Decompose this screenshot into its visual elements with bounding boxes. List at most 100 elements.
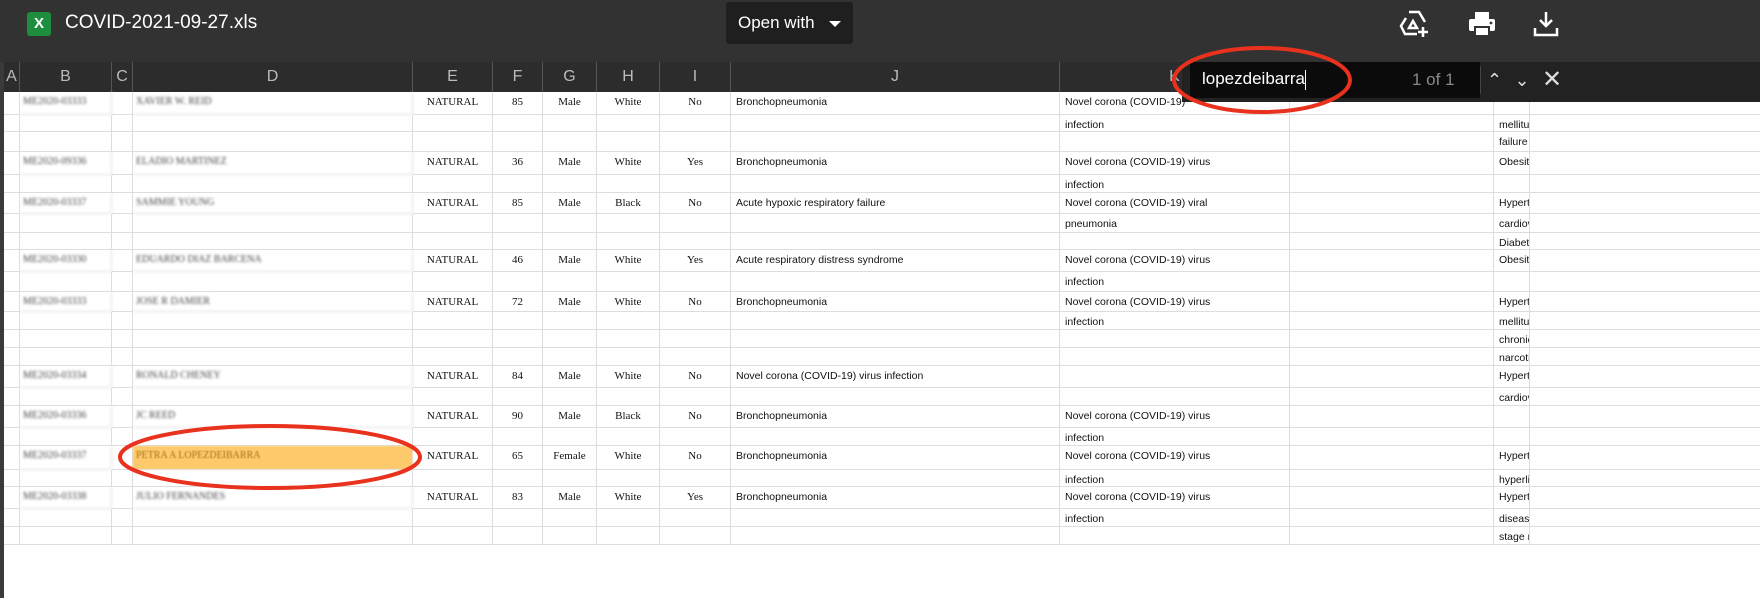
- column-header-i[interactable]: I: [660, 62, 731, 92]
- cell-e[interactable]: NATURAL: [413, 152, 493, 175]
- cell-l[interactable]: [1290, 428, 1494, 446]
- cell-h[interactable]: [597, 233, 660, 250]
- cell-k[interactable]: infection: [1060, 115, 1290, 132]
- column-header-d[interactable]: D: [133, 62, 413, 92]
- cell-l[interactable]: [1290, 312, 1494, 330]
- cell-k[interactable]: [1060, 388, 1290, 406]
- cell-k[interactable]: Novel corona (COVID-19) viral: [1060, 193, 1290, 214]
- cell-b[interactable]: [20, 470, 112, 487]
- cell-i[interactable]: [660, 509, 731, 527]
- cell-d[interactable]: JULIO FERNANDES: [133, 487, 413, 509]
- cell-h[interactable]: White: [597, 487, 660, 509]
- column-header-a[interactable]: A: [4, 62, 20, 92]
- cell-l[interactable]: [1290, 487, 1494, 509]
- cell-b[interactable]: [20, 175, 112, 193]
- cell-d[interactable]: [133, 272, 413, 292]
- cell-e[interactable]: [413, 214, 493, 233]
- cell-j[interactable]: [731, 233, 1060, 250]
- cell-m[interactable]: cardiovascular: [1494, 388, 1530, 406]
- find-previous-button[interactable]: ⌃: [1480, 66, 1508, 94]
- cell-m[interactable]: Hypertensive ar: [1494, 366, 1530, 388]
- cell-h[interactable]: [597, 115, 660, 132]
- cell-b[interactable]: ME2020-03338: [20, 487, 112, 509]
- cell-f[interactable]: 85: [493, 193, 543, 214]
- cell-k[interactable]: Novel corona (COVID-19) virus: [1060, 406, 1290, 428]
- cell-m[interactable]: [1494, 175, 1530, 193]
- cell-g[interactable]: [543, 132, 597, 152]
- cell-d[interactable]: JOSE R DAMIER: [133, 292, 413, 312]
- cell-c[interactable]: [112, 250, 133, 272]
- cell-b[interactable]: [20, 312, 112, 330]
- cell-g[interactable]: Male: [543, 250, 597, 272]
- cell-f[interactable]: 36: [493, 152, 543, 175]
- cell-m[interactable]: Hypertension, c: [1494, 487, 1530, 509]
- cell-f[interactable]: 85: [493, 92, 543, 115]
- cell-i[interactable]: [660, 428, 731, 446]
- add-to-drive-icon[interactable]: [1398, 8, 1430, 40]
- cell-a[interactable]: [4, 428, 20, 446]
- cell-e[interactable]: NATURAL: [413, 92, 493, 115]
- cell-e[interactable]: NATURAL: [413, 250, 493, 272]
- cell-j[interactable]: Novel corona (COVID-19) virus infection: [731, 366, 1060, 388]
- cell-l[interactable]: [1290, 509, 1494, 527]
- cell-d[interactable]: [133, 388, 413, 406]
- cell-h[interactable]: [597, 388, 660, 406]
- cell-l[interactable]: [1290, 152, 1494, 175]
- cell-g[interactable]: Male: [543, 292, 597, 312]
- cell-i[interactable]: Yes: [660, 250, 731, 272]
- cell-k[interactable]: pneumonia: [1060, 214, 1290, 233]
- cell-j[interactable]: [731, 214, 1060, 233]
- cell-k[interactable]: Novel corona (COVID-19) virus: [1060, 446, 1290, 470]
- cell-i[interactable]: [660, 214, 731, 233]
- cell-e[interactable]: NATURAL: [413, 406, 493, 428]
- cell-d[interactable]: PETRA A LOPEZDEIBARRA: [133, 446, 413, 470]
- cell-c[interactable]: [112, 487, 133, 509]
- cell-f[interactable]: [493, 312, 543, 330]
- column-header-j[interactable]: J: [731, 62, 1060, 92]
- column-header-b[interactable]: B: [20, 62, 112, 92]
- cell-b[interactable]: [20, 527, 112, 545]
- cell-k[interactable]: Novel corona (COVID-19) virus: [1060, 487, 1290, 509]
- cell-j[interactable]: [731, 388, 1060, 406]
- cell-d[interactable]: [133, 428, 413, 446]
- cell-m[interactable]: Hypertensive ar: [1494, 193, 1530, 214]
- cell-b[interactable]: ME2020-03333: [20, 292, 112, 312]
- cell-f[interactable]: 65: [493, 446, 543, 470]
- cell-j[interactable]: [731, 312, 1060, 330]
- cell-c[interactable]: [112, 312, 133, 330]
- cell-n[interactable]: [1530, 132, 1760, 152]
- cell-h[interactable]: [597, 132, 660, 152]
- cell-a[interactable]: [4, 175, 20, 193]
- cell-j[interactable]: [731, 115, 1060, 132]
- cell-m[interactable]: narcotism: [1494, 348, 1530, 366]
- cell-g[interactable]: [543, 470, 597, 487]
- cell-e[interactable]: [413, 132, 493, 152]
- column-header-c[interactable]: C: [112, 62, 133, 92]
- cell-l[interactable]: [1290, 272, 1494, 292]
- cell-c[interactable]: [112, 470, 133, 487]
- cell-e[interactable]: NATURAL: [413, 487, 493, 509]
- cell-n[interactable]: [1530, 366, 1760, 388]
- cell-n[interactable]: [1530, 272, 1760, 292]
- cell-b[interactable]: ME2020-03337: [20, 193, 112, 214]
- cell-c[interactable]: [112, 272, 133, 292]
- cell-h[interactable]: Black: [597, 193, 660, 214]
- cell-l[interactable]: [1290, 330, 1494, 348]
- cell-f[interactable]: 90: [493, 406, 543, 428]
- cell-m[interactable]: [1494, 406, 1530, 428]
- cell-e[interactable]: [413, 348, 493, 366]
- cell-m[interactable]: stage renal dis: [1494, 527, 1530, 545]
- cell-e[interactable]: NATURAL: [413, 446, 493, 470]
- cell-m[interactable]: failure: [1494, 132, 1530, 152]
- cell-a[interactable]: [4, 250, 20, 272]
- cell-b[interactable]: [20, 348, 112, 366]
- cell-b[interactable]: ME2020-03330: [20, 250, 112, 272]
- cell-m[interactable]: [1494, 272, 1530, 292]
- cell-k[interactable]: Novel corona (COVID-19) virus: [1060, 152, 1290, 175]
- cell-f[interactable]: [493, 330, 543, 348]
- cell-b[interactable]: [20, 330, 112, 348]
- cell-f[interactable]: 84: [493, 366, 543, 388]
- cell-m[interactable]: chronic ethanol: [1494, 330, 1530, 348]
- cell-d[interactable]: [133, 115, 413, 132]
- cell-i[interactable]: [660, 388, 731, 406]
